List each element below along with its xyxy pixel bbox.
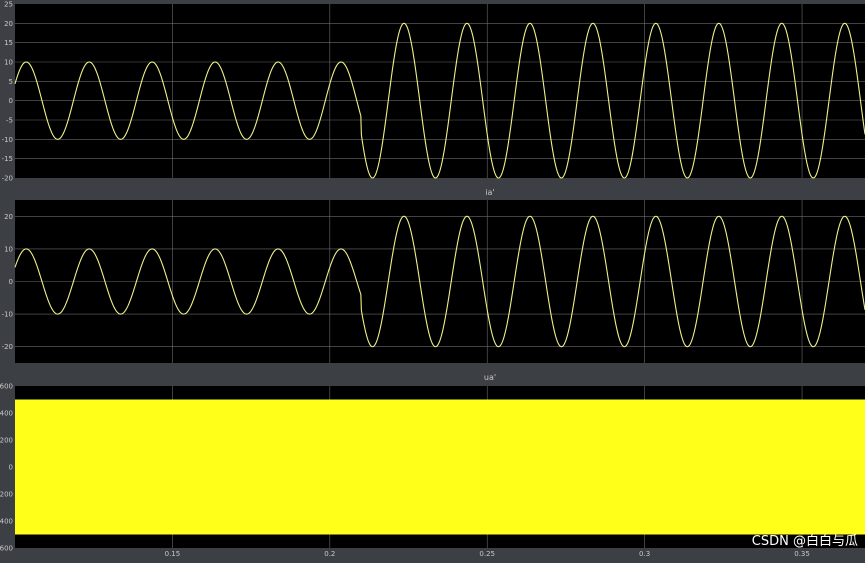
panel-3: 600 400 200 0 -200 -400 -600 0.15 0.2 0.25 0.3 0.35: [0, 383, 865, 558]
y-tick-label: 10: [4, 59, 13, 67]
y-tick-label: 15: [4, 39, 13, 47]
y-tick-label: -20: [2, 175, 13, 183]
signal-band: [15, 399, 865, 535]
scope-plot: ia' ua' 25 20 15 10 5 0 -5 -10 -15 -20 20 10 0 -10 -20…: [0, 0, 865, 559]
x-tick-label: 0.35: [794, 550, 810, 558]
y-tick-label: 200: [0, 437, 13, 445]
y-tick-label: 10: [4, 245, 13, 253]
y-tick-label: 0: [9, 97, 13, 105]
scope-figure: ia' ua' 25 20 15 10 5 0 -5 -10 -15 -20 20 10 0 -10 -20…: [0, 0, 865, 559]
y-tick-label: 600: [0, 383, 13, 391]
watermark: CSDN @白白与瓜: [752, 533, 858, 549]
y-tick-label: 5: [9, 78, 13, 86]
y-tick-label: -15: [2, 155, 13, 163]
y-tick-label: -600: [0, 545, 13, 553]
y-tick-label: 20: [4, 213, 13, 221]
y-tick-label: 0: [9, 464, 13, 472]
y-tick-label: 20: [4, 20, 13, 28]
y-tick-label: 0: [9, 278, 13, 286]
y-tick-label: -200: [0, 491, 13, 499]
y-tick-label: 400: [0, 410, 13, 418]
panel-title-ia: ia': [485, 188, 494, 197]
y-tick-label: -20: [2, 343, 13, 351]
panel-title-ua: ua': [484, 373, 496, 382]
x-tick-label: 0.15: [165, 550, 181, 558]
x-tick-label: 0.3: [639, 550, 650, 558]
y-tick-label: -10: [2, 136, 13, 144]
panel-2: 20 10 0 -10 -20: [2, 200, 865, 363]
y-tick-label: 25: [4, 1, 13, 9]
x-tick-label: 0.25: [479, 550, 495, 558]
axes-background: [15, 4, 865, 178]
x-tick-label: 0.2: [324, 550, 335, 558]
y-tick-label: -400: [0, 518, 13, 526]
y-tick-label: -5: [6, 117, 13, 125]
panel-1: 25 20 15 10 5 0 -5 -10 -15 -20: [2, 1, 865, 183]
y-tick-label: -10: [2, 311, 13, 319]
